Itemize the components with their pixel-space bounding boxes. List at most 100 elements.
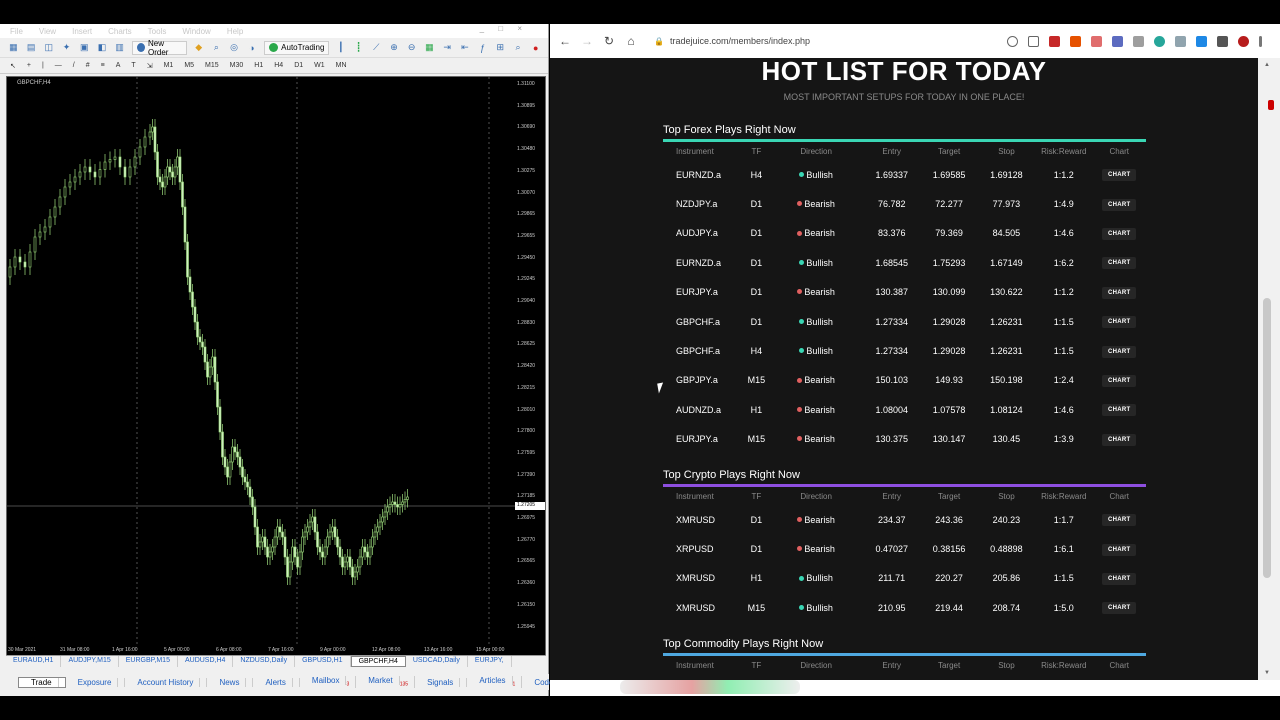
tile-windows-icon[interactable]: ▦: [424, 42, 435, 54]
profiles-icon[interactable]: ▤: [26, 42, 37, 54]
terminal-tab-signals[interactable]: Signals: [415, 677, 468, 687]
chart-tab[interactable]: AUDJPY,M15: [61, 656, 119, 667]
timeframe-h4[interactable]: H4: [274, 62, 283, 69]
timeframe-w1[interactable]: W1: [314, 62, 325, 69]
menu-item-insert[interactable]: Insert: [72, 27, 92, 36]
terminal-icon[interactable]: ▣: [79, 42, 90, 54]
timeframe-h1[interactable]: H1: [254, 62, 263, 69]
timeframe-mn[interactable]: MN: [336, 62, 347, 69]
autoscroll-icon[interactable]: ⇤: [460, 42, 471, 54]
chart-button[interactable]: CHART: [1101, 404, 1137, 417]
chart-button[interactable]: CHART: [1101, 543, 1137, 556]
back-icon[interactable]: ←: [558, 34, 572, 48]
chart-tab[interactable]: USDCAD,Daily: [406, 656, 468, 667]
window-controls[interactable]: _ □ ×: [480, 24, 528, 33]
chart-button[interactable]: CHART: [1101, 286, 1137, 299]
fibo-tool-icon[interactable]: ≡: [101, 62, 105, 69]
menu-item-charts[interactable]: Charts: [108, 27, 132, 36]
terminal-tab-articles[interactable]: Articles 1: [467, 676, 523, 688]
hline-tool-icon[interactable]: —: [55, 62, 62, 69]
meta-editor-icon[interactable]: ◆: [193, 42, 204, 54]
periods-icon[interactable]: ⌕: [513, 42, 524, 54]
lock-icon[interactable]: 🔒: [654, 37, 664, 46]
zoom-out-icon[interactable]: ⊖: [406, 42, 417, 54]
label-tool-icon[interactable]: T: [131, 62, 135, 69]
chart-tab[interactable]: EURGBP,M15: [119, 656, 178, 667]
menu-item-tools[interactable]: Tools: [148, 27, 167, 36]
indicators-icon[interactable]: ƒ: [477, 42, 488, 54]
timeframe-m30[interactable]: M30: [230, 62, 244, 69]
chart-tab[interactable]: EURJPY,: [468, 656, 512, 667]
candles-icon[interactable]: ┋: [353, 42, 364, 54]
crosshair-tool-icon[interactable]: +: [27, 62, 31, 69]
auto-trading-button[interactable]: AutoTrading: [264, 40, 330, 55]
templates-icon[interactable]: ⊞: [495, 42, 506, 54]
tester-icon[interactable]: ◧: [97, 42, 108, 54]
terminal-tab-account-history[interactable]: Account History: [125, 677, 208, 687]
menu-item-file[interactable]: File: [10, 27, 23, 36]
chart-button[interactable]: CHART: [1101, 169, 1137, 182]
chart-tab[interactable]: EURAUD,H1: [6, 656, 62, 667]
extension-icon[interactable]: [1154, 36, 1165, 47]
market-watch-icon[interactable]: ◫: [43, 42, 54, 54]
chart-button[interactable]: CHART: [1101, 316, 1137, 329]
chart-button[interactable]: CHART: [1101, 227, 1137, 240]
channel-tool-icon[interactable]: #: [86, 62, 90, 69]
chart-tab[interactable]: GBPCHF,H4: [350, 656, 406, 667]
extension-icon[interactable]: [1091, 36, 1102, 47]
extension-icon[interactable]: [1112, 36, 1123, 47]
price-chart[interactable]: GBPCHF,H4 1.31100 1.30895 1.30690 1.30480 1.…: [6, 76, 546, 658]
terminal-tab-exposure[interactable]: Exposure: [66, 677, 126, 687]
terminal-tab-trade[interactable]: Trade: [18, 676, 66, 688]
data-window-icon[interactable]: ▥: [114, 42, 125, 54]
timeframe-m5[interactable]: M5: [184, 62, 194, 69]
chart-button[interactable]: CHART: [1101, 345, 1137, 358]
scroll-down-icon[interactable]: ▼: [1264, 670, 1270, 676]
chart-button[interactable]: CHART: [1101, 602, 1137, 615]
url-field[interactable]: tradejuice.com/members/index.php: [670, 36, 810, 46]
terminal-tab-mailbox[interactable]: Mailbox 3: [300, 676, 357, 688]
menu-icon[interactable]: [1259, 36, 1262, 47]
signals-icon[interactable]: ◎: [229, 42, 240, 54]
zoom-in-icon[interactable]: ⊕: [389, 42, 400, 54]
bookmark-star-icon[interactable]: [1028, 36, 1039, 47]
profile-avatar[interactable]: [1238, 36, 1249, 47]
vps-icon[interactable]: ◑: [246, 42, 257, 54]
extension-icon[interactable]: [1070, 36, 1081, 47]
chart-shift-icon[interactable]: ⇥: [442, 42, 453, 54]
home-icon[interactable]: ⌂: [624, 34, 638, 48]
arrows-tool-icon[interactable]: ⇲: [147, 62, 153, 70]
timeframe-m1[interactable]: M1: [164, 62, 174, 69]
chart-button[interactable]: CHART: [1101, 198, 1137, 211]
scroll-up-icon[interactable]: ▲: [1264, 62, 1270, 68]
line-chart-icon[interactable]: ⟋: [371, 42, 382, 54]
terminal-tab-news[interactable]: News: [207, 677, 254, 687]
terminal-tab-market[interactable]: Market 135: [356, 676, 416, 688]
puzzle-extensions-icon[interactable]: [1217, 36, 1228, 47]
terminal-tab-alerts[interactable]: Alerts: [253, 677, 300, 687]
timeframe-d1[interactable]: D1: [294, 62, 303, 69]
new-order-button[interactable]: New Order: [132, 39, 188, 57]
bar-chart-icon[interactable]: ┃: [335, 42, 346, 54]
menu-item-view[interactable]: View: [39, 27, 56, 36]
navigator-icon[interactable]: ✦: [61, 42, 72, 54]
chart-button[interactable]: CHART: [1101, 514, 1137, 527]
chart-button[interactable]: CHART: [1101, 257, 1137, 270]
pdf-extension-icon[interactable]: [1049, 36, 1060, 47]
chart-tab[interactable]: AUDUSD,H4: [178, 656, 234, 667]
trendline-tool-icon[interactable]: /: [73, 62, 75, 69]
scrollbar-thumb[interactable]: [1263, 298, 1271, 578]
chart-button[interactable]: CHART: [1101, 572, 1137, 585]
vline-tool-icon[interactable]: |: [42, 62, 44, 69]
extension-icon[interactable]: [1196, 36, 1207, 47]
chart-tab[interactable]: GBPUSD,H1: [295, 656, 351, 667]
chart-button[interactable]: CHART: [1101, 374, 1137, 387]
cursor-tool-icon[interactable]: ↖: [10, 62, 16, 70]
alert-stop-icon[interactable]: ●: [530, 42, 541, 54]
chart-button[interactable]: CHART: [1101, 433, 1137, 446]
side-notification-tab[interactable]: [1268, 100, 1274, 110]
chart-tab[interactable]: NZDUSD,Daily: [233, 656, 296, 667]
menu-item-window[interactable]: Window: [182, 27, 210, 36]
text-tool-icon[interactable]: A: [116, 62, 121, 69]
reload-icon[interactable]: ↻: [602, 34, 616, 48]
